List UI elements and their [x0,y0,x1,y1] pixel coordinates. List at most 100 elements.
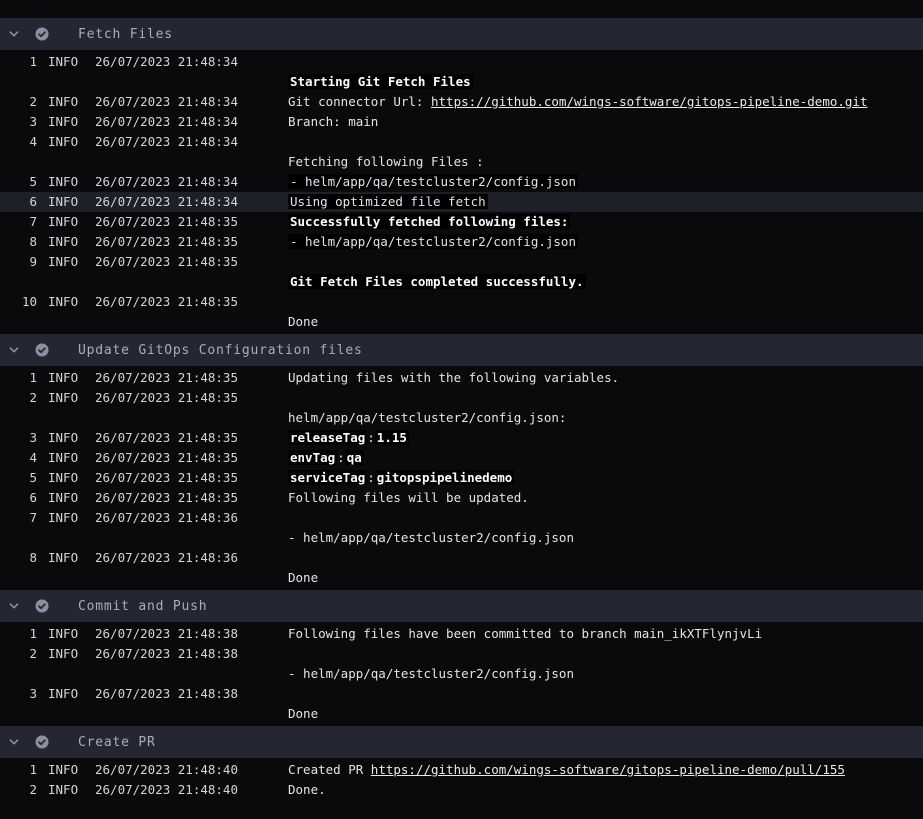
log-text: Following files have been committed to b… [288,626,762,641]
log-row[interactable]: 3INFO26/07/2023 21:48:34Branch: main [0,112,923,132]
chevron-down-icon[interactable] [8,736,20,748]
log-row[interactable]: helm/app/qa/testcluster2/config.json: [0,408,923,428]
log-timestamp [95,312,288,332]
log-link[interactable]: https://github.com/wings-software/gitops… [371,762,845,777]
log-timestamp: 26/07/2023 21:48:40 [95,760,288,780]
log-row[interactable]: 3INFO26/07/2023 21:48:35releaseTag:1.15 [0,428,923,448]
log-row[interactable]: 1INFO26/07/2023 21:48:35Updating files w… [0,368,923,388]
log-timestamp: 26/07/2023 21:48:36 [95,508,288,528]
section-logs: 1 INFO26/07/2023 21:48:38Following files … [0,622,923,726]
log-row[interactable]: 5INFO26/07/2023 21:48:35serviceTag:gitop… [0,468,923,488]
log-row[interactable]: Done [0,312,923,332]
log-level: INFO [48,172,95,192]
log-row[interactable]: 1INFO26/07/2023 21:48:40Created PR https… [0,760,923,780]
log-text: Starting Git Fetch Files [288,74,473,89]
log-level [48,664,95,684]
log-row[interactable]: 1INFO26/07/2023 21:48:34 [0,52,923,72]
log-row[interactable]: Git Fetch Files completed successfully. [0,272,923,292]
chevron-down-icon[interactable] [8,600,20,612]
section-title: Fetch Files [78,27,173,42]
log-timestamp: 26/07/2023 21:48:38 [95,644,288,664]
log-row[interactable]: 7 INFO26/07/2023 21:48:35Successfully fet… [0,212,923,232]
section-header-create-pr[interactable]: Create PR [0,726,923,758]
log-level [48,408,95,428]
log-timestamp: 26/07/2023 21:48:35 [95,212,288,232]
log-message: Fetching following Files : [288,152,484,172]
chevron-down-icon[interactable] [8,344,20,356]
log-row[interactable]: Done [0,704,923,724]
log-row[interactable]: Done [0,568,923,588]
log-level: INFO [48,212,95,232]
log-timestamp: 26/07/2023 21:48:35 [95,448,288,468]
log-row[interactable]: 4INFO26/07/2023 21:48:34 [0,132,923,152]
log-timestamp: 26/07/2023 21:48:35 [95,368,288,388]
log-timestamp [95,152,288,172]
line-number: 9 [0,252,37,272]
log-row[interactable]: 7INFO26/07/2023 21:48:36 [0,508,923,528]
log-row[interactable]: 3INFO26/07/2023 21:48:38 [0,684,923,704]
log-text: Created PR [288,762,371,777]
log-timestamp: 26/07/2023 21:48:34 [95,132,288,152]
check-circle-icon [35,735,49,749]
section-header-update-gitops-configuration-files[interactable]: Update GitOps Configuration files [0,334,923,366]
line-number [0,312,37,332]
log-text: - helm/app/qa/testcluster2/config.json [288,530,574,545]
log-row[interactable]: 5INFO26/07/2023 21:48:34- helm/app/qa/te… [0,172,923,192]
log-row[interactable]: - helm/app/qa/testcluster2/config.json [0,664,923,684]
line-number: 1 [0,368,37,388]
log-level [48,568,95,588]
log-level: INFO [48,508,95,528]
log-level: INFO [48,644,95,664]
log-console: Fetch Files 1INFO26/07/2023 21:48:34Star… [0,0,923,802]
line-number: 10 [0,292,37,312]
log-row[interactable]: 8INFO26/07/2023 21:48:35- helm/app/qa/te… [0,232,923,252]
log-row[interactable]: 8INFO26/07/2023 21:48:36 [0,548,923,568]
line-number: 1 [0,52,37,72]
line-number: 7 [0,212,37,232]
log-text: Using optimized file fetch [288,194,488,209]
log-timestamp: 26/07/2023 21:48:34 [95,92,288,112]
log-message: Successfully fetched following files: [288,212,570,232]
log-message: Git connector Url: https://github.com/wi… [288,92,868,112]
section-title: Update GitOps Configuration files [78,343,363,358]
line-number: 1 [0,760,37,780]
log-row[interactable]: 2INFO26/07/2023 21:48:34Git connector Ur… [0,92,923,112]
section-header-commit-and-push[interactable]: Commit and Push [0,590,923,622]
log-row[interactable]: 1INFO26/07/2023 21:48:38Following files … [0,624,923,644]
log-row[interactable]: - helm/app/qa/testcluster2/config.json [0,528,923,548]
line-number: 8 [0,232,37,252]
log-link[interactable]: https://github.com/wings-software/gitops… [431,94,868,109]
section-header-fetch-files[interactable]: Fetch Files [0,18,923,50]
log-timestamp: 26/07/2023 21:48:36 [95,548,288,568]
log-row[interactable]: 6INFO26/07/2023 21:48:35Following files … [0,488,923,508]
log-row[interactable]: Fetching following Files : [0,152,923,172]
log-row[interactable]: 2INFO26/07/2023 21:48:40Done. [0,780,923,800]
line-number: 2 [0,92,37,112]
line-number: 2 [0,780,37,800]
log-row[interactable]: Starting Git Fetch Files [0,72,923,92]
log-text: - helm/app/qa/testcluster2/config.json [288,234,578,249]
log-level: INFO [48,448,95,468]
log-level: INFO [48,112,95,132]
log-level [48,152,95,172]
log-row[interactable]: 6INFO26/07/2023 21:48:34Using optimized … [0,192,923,212]
log-text: qa [345,450,364,465]
chevron-down-icon[interactable] [8,28,20,40]
log-row[interactable]: 10INFO26/07/2023 21:48:35 [0,292,923,312]
line-number: 4 [0,448,37,468]
log-timestamp [95,408,288,428]
log-row[interactable]: 9INFO26/07/2023 21:48:35 [0,252,923,272]
log-row[interactable]: 2INFO26/07/2023 21:48:38 [0,644,923,664]
log-message: - helm/app/qa/testcluster2/config.json [288,232,578,252]
log-text: Updating files with the following variab… [288,370,619,385]
log-level: INFO [48,192,95,212]
check-circle-icon [35,599,49,613]
log-message: Updating files with the following variab… [288,368,619,388]
log-level: INFO [48,780,95,800]
log-row[interactable]: 4INFO26/07/2023 21:48:35envTag:qa [0,448,923,468]
line-number: 1 [0,624,37,644]
line-number: 6 [0,488,37,508]
log-row[interactable]: 2INFO26/07/2023 21:48:35 [0,388,923,408]
log-text: Following files will be updated. [288,490,529,505]
line-number: 3 [0,684,37,704]
